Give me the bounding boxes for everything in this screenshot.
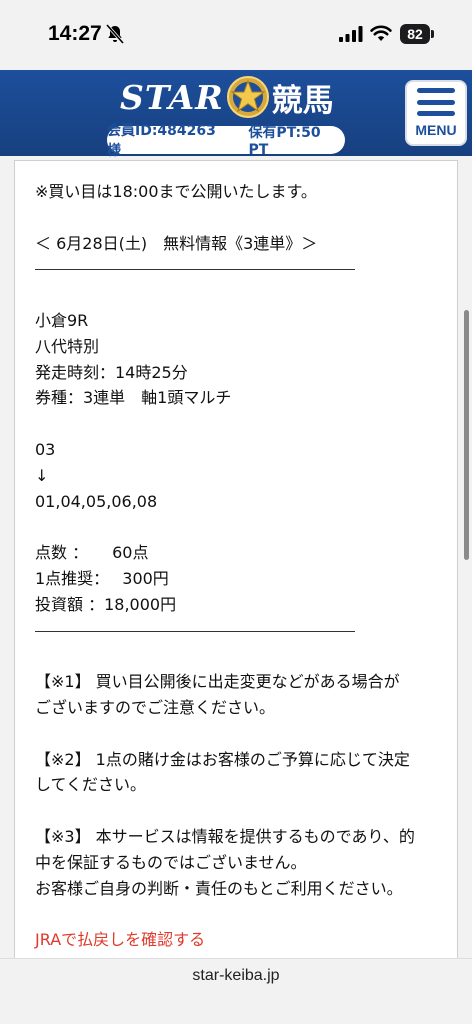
divider [35,256,355,282]
battery-indicator: 82 [400,24,430,44]
axis-horse-number: 03 [35,439,56,459]
note-3-line-1: 【※3】 本サービスは情報を提供するものであり、的 [35,826,415,846]
total-investment: 投資額 ：18,000円 [35,594,177,614]
site-header: STAR 競馬 会員ID:484263 様 保有PT:50 PT [0,70,472,159]
member-info-badge: 会員ID:484263 様 保有PT:50 PT [107,123,345,159]
menu-label: MENU [415,122,457,138]
wifi-icon [370,25,392,41]
publish-notice: ※買い目は18:00まで公開いたします。 [35,182,317,201]
note-1-line-1: 【※1】 買い目公開後に出走変更などがある場合が [35,672,400,692]
site-logo[interactable]: STAR 競馬 [120,72,334,122]
article-body: ※買い目は18:00まで公開いたします。 ＜ 6月28日(土) 無料情報《3連単… [35,179,455,953]
menu-button[interactable]: MENU [405,80,467,146]
star-emblem-icon [226,76,269,118]
per-bet-amount: 1点推奨： 300円 [35,568,169,588]
member-id: 会員ID:484263 様 [107,123,216,159]
status-time: 14:27 [48,22,102,45]
race-name: 八代特別 [35,336,100,356]
note-2-line-1: 【※2】 1点の賭け金はお客様のご予算に応じて決定 [35,749,410,769]
note-3-line-2: 中を保証するものではございません。 [35,852,307,872]
status-bar: 14:27 82 [0,0,472,70]
bell-slash-icon [106,24,124,44]
ticket-type: 券種：3連単 軸1頭マルチ [35,388,232,408]
article-heading: ＜ 6月28日(土) 無料情報《3連単》＞ [35,233,318,253]
down-arrow: ↓ [35,465,49,485]
url-text: star-keiba.jp [192,967,280,984]
scrollbar[interactable] [464,310,469,560]
logo-text: STAR [120,77,224,117]
race-venue: 小倉9R [35,310,89,330]
bet-count: 点数 ： 60点 [35,543,149,563]
logo-kanji: 競馬 [271,82,334,119]
cellular-signal-icon [339,26,363,42]
jra-payout-link[interactable]: JRAで払戻しを確認する [35,927,455,953]
note-3-line-3: お客様ご自身の判断・責任のもとご利用ください。 [35,878,403,898]
browser-url-bar[interactable]: star-keiba.jp [0,958,472,1024]
free-info-article: ※買い目は18:00まで公開いたします。 ＜ 6月28日(土) 無料情報《3連単… [14,160,458,958]
divider [35,618,355,644]
partner-horse-numbers: 01,04,05,06,08 [35,491,158,511]
hamburger-icon [417,88,455,116]
start-time: 発走時刻：14時25分 [35,362,188,382]
note-2-line-2: してください。 [35,775,147,795]
battery-tip [431,30,434,38]
points-balance: 保有PT:50 PT [248,125,321,158]
note-1-line-2: ございますのでご注意ください。 [35,697,276,717]
